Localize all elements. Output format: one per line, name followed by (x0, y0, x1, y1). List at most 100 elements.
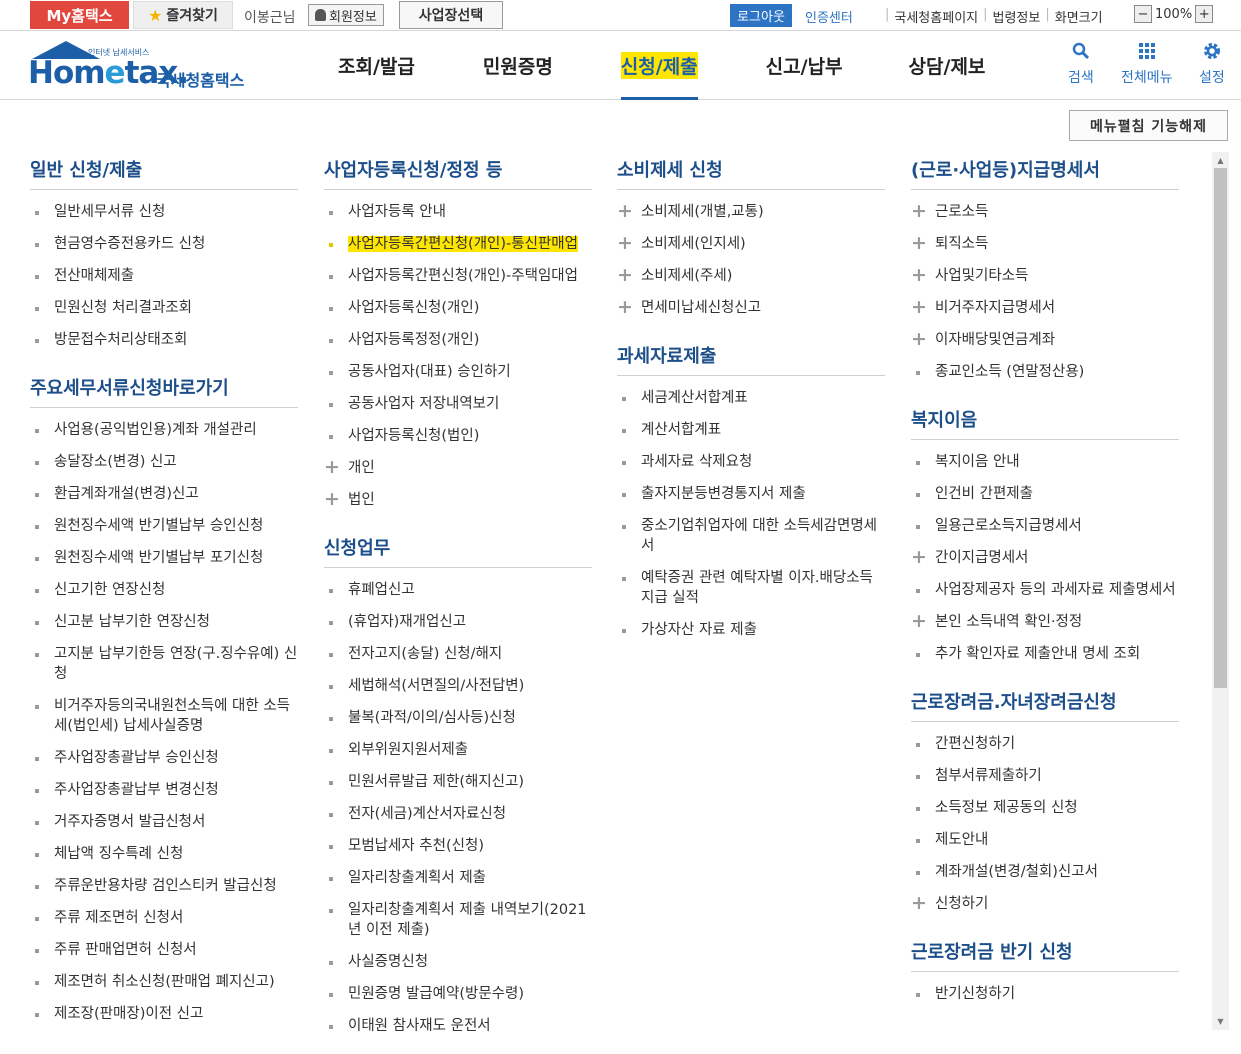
menu-item[interactable]: 사실증명신청 (324, 952, 592, 972)
menu-item-expandable[interactable]: 퇴직소득 (911, 233, 1179, 254)
menu-item[interactable]: 현금영수증전용카드 신청 (30, 234, 298, 254)
menu-item[interactable]: 민원증명 발급예약(방문수령) (324, 984, 592, 1004)
menu-item[interactable]: 사업용(공익법인용)계좌 개설관리 (30, 420, 298, 440)
menu-item-expandable[interactable]: 개인 (324, 457, 592, 478)
menu-item-expandable[interactable]: 소비제세(주세) (617, 265, 885, 286)
menu-item[interactable]: 이태원 참사재도 운전서 (324, 1016, 592, 1036)
scroll-down-arrow-icon[interactable]: ▼ (1212, 1013, 1229, 1029)
menu-item-expandable[interactable]: 본인 소득내역 확인·정정 (911, 611, 1179, 632)
menu-item[interactable]: 모범납세자 추천(신청) (324, 836, 592, 856)
nts-homepage-link[interactable]: 국세청홈페이지 (894, 7, 978, 26)
nav-apply-submit[interactable]: 신청/제출 (620, 31, 698, 100)
menu-item[interactable]: 방문접수처리상태조회 (30, 330, 298, 350)
menu-item[interactable]: 비거주자등의국내원천소득에 대한 소득세(법인세) 납세사실증명 (30, 696, 298, 736)
menu-item[interactable]: 신고분 납부기한 연장신청 (30, 612, 298, 632)
menu-item[interactable]: 외부위원지원서제출 (324, 740, 592, 760)
all-menu-button[interactable]: 전체메뉴 (1121, 41, 1173, 87)
menu-item[interactable]: 일자리창출계획서 제출 (324, 868, 592, 888)
menu-item[interactable]: 가상자산 자료 제출 (617, 620, 885, 640)
menu-item[interactable]: 사업자등록정정(개인) (324, 330, 592, 350)
law-info-link[interactable]: 법령정보 (993, 7, 1041, 26)
menu-item-expandable[interactable]: 면세미납세신청신고 (617, 297, 885, 318)
menu-item-expandable[interactable]: 소비제세(인지세) (617, 233, 885, 254)
menu-item[interactable]: 전자(세금)계산서자료신청 (324, 804, 592, 824)
menu-item[interactable]: 첨부서류제출하기 (911, 766, 1179, 786)
menu-expand-toggle-button[interactable]: 메뉴펼침 기능해제 (1069, 110, 1228, 141)
hometax-logo[interactable]: 인터넷 납세서비스 Hometax. 국세청홈택스 (28, 41, 258, 91)
menu-item[interactable]: 일용근로소득지급명세서 (911, 516, 1179, 536)
menu-item[interactable]: 체납액 징수특례 신청 (30, 844, 298, 864)
business-select-button[interactable]: 사업장선택 (399, 1, 503, 29)
menu-item[interactable]: 주사업장총괄납부 승인신청 (30, 748, 298, 768)
menu-item[interactable]: 일자리창출계획서 제출 내역보기(2021년 이전 제출) (324, 900, 592, 940)
menu-item[interactable]: 세법해석(서면질의/사전답변) (324, 676, 592, 696)
menu-item-expandable[interactable]: 간이지급명세서 (911, 547, 1179, 568)
menu-item[interactable]: 인건비 간편제출 (911, 484, 1179, 504)
menu-item[interactable]: 제도안내 (911, 830, 1179, 850)
menu-item[interactable]: 공동사업자 저장내역보기 (324, 394, 592, 414)
menu-item[interactable]: 제조면허 취소신청(판매업 폐지신고) (30, 972, 298, 992)
menu-item-expandable[interactable]: 이자배당및연금계좌 (911, 329, 1179, 350)
menu-item[interactable]: 전산매체제출 (30, 266, 298, 286)
menu-item[interactable]: 계산서합계표 (617, 420, 885, 440)
menu-item[interactable]: 주류 제조면허 신청서 (30, 908, 298, 928)
menu-item-expandable[interactable]: 신청하기 (911, 893, 1179, 914)
member-info-button[interactable]: 회원정보 (308, 4, 384, 26)
cert-center-link[interactable]: 인증센터 (805, 7, 853, 26)
menu-item-expandable[interactable]: 비거주자지급명세서 (911, 297, 1179, 318)
my-hometax-button[interactable]: My홈택스 (30, 1, 129, 29)
menu-item[interactable]: 원천징수세액 반기별납부 포기신청 (30, 548, 298, 568)
menu-item[interactable]: 공동사업자(대표) 승인하기 (324, 362, 592, 382)
scroll-up-arrow-icon[interactable]: ▲ (1212, 152, 1229, 168)
menu-item[interactable]: 출자지분등변경통지서 제출 (617, 484, 885, 504)
menu-item[interactable]: 신고기한 연장신청 (30, 580, 298, 600)
zoom-out-button[interactable]: − (1134, 5, 1152, 23)
menu-item[interactable]: 반기신청하기 (911, 984, 1179, 1004)
menu-item[interactable]: 거주자증명서 발급신청서 (30, 812, 298, 832)
menu-item-expandable[interactable]: 법인 (324, 489, 592, 510)
menu-item[interactable]: 송달장소(변경) 신고 (30, 452, 298, 472)
zoom-in-button[interactable]: + (1195, 5, 1214, 23)
menu-item-expandable[interactable]: 사업및기타소득 (911, 265, 1179, 286)
nav-report-pay[interactable]: 신고/납부 (766, 31, 843, 100)
menu-item[interactable]: (휴업자)재개업신고 (324, 612, 592, 632)
menu-item-expandable[interactable]: 소비제세(개별,교통) (617, 201, 885, 222)
nav-inquiry-issue[interactable]: 조회/발급 (338, 31, 415, 100)
menu-item[interactable]: 일반세무서류 신청 (30, 202, 298, 222)
menu-item[interactable]: 사업자등록간편신청(개인)-주택임대업 (324, 266, 592, 286)
nav-civil-certificate[interactable]: 민원증명 (483, 31, 553, 100)
search-button[interactable]: 검색 (1068, 41, 1094, 87)
menu-item[interactable]: 민원서류발급 제한(해지신고) (324, 772, 592, 792)
menu-item[interactable]: 원천징수세액 반기별납부 승인신청 (30, 516, 298, 536)
menu-item[interactable]: 소득정보 제공동의 신청 (911, 798, 1179, 818)
menu-item-expandable[interactable]: 근로소득 (911, 201, 1179, 222)
menu-item[interactable]: 사업자등록신청(개인) (324, 298, 592, 318)
settings-button[interactable]: 설정 (1199, 41, 1225, 87)
nav-consult-report[interactable]: 상담/제보 (909, 31, 986, 100)
menu-item[interactable]: 중소기업취업자에 대한 소득세감면명세서 (617, 516, 885, 556)
menu-item[interactable]: 예탁증권 관련 예탁자별 이자.배당소득 지급 실적 (617, 568, 885, 608)
menu-item[interactable]: 사업자등록신청(법인) (324, 426, 592, 446)
menu-item[interactable]: 추가 확인자료 제출안내 명세 조회 (911, 644, 1179, 664)
menu-item[interactable]: 휴폐업신고 (324, 580, 592, 600)
menu-item[interactable]: 과세자료 삭제요청 (617, 452, 885, 472)
menu-item[interactable]: 전자고지(송달) 신청/해지 (324, 644, 592, 664)
menu-item[interactable]: 계좌개설(변경/철회)신고서 (911, 862, 1179, 882)
menu-item[interactable]: 세금계산서합계표 (617, 388, 885, 408)
favorites-button[interactable]: ★ 즐겨찾기 (133, 1, 233, 29)
menu-item[interactable]: 주류운반용차량 검인스티커 발급신청 (30, 876, 298, 896)
menu-item[interactable]: 간편신청하기 (911, 734, 1179, 754)
menu-item[interactable]: 사업장제공자 등의 과세자료 제출명세서 (911, 580, 1179, 600)
menu-item[interactable]: 주류 판매업면허 신청서 (30, 940, 298, 960)
menu-item[interactable]: 민원신청 처리결과조회 (30, 298, 298, 318)
menu-item-highlighted[interactable]: 사업자등록간편신청(개인)-통신판매업 (324, 234, 592, 254)
menu-item[interactable]: 환급계좌개설(변경)신고 (30, 484, 298, 504)
menu-item[interactable]: 주사업장총괄납부 변경신청 (30, 780, 298, 800)
menu-item[interactable]: 불복(과적/이의/심사등)신청 (324, 708, 592, 728)
logout-button[interactable]: 로그아웃 (730, 4, 792, 27)
menu-item[interactable]: 사업자등록 안내 (324, 202, 592, 222)
menu-item[interactable]: 고지분 납부기한등 연장(구.징수유예) 신청 (30, 644, 298, 684)
menu-item[interactable]: 제조장(판매장)이전 신고 (30, 1004, 298, 1024)
menu-item[interactable]: 종교인소득 (연말정산용) (911, 362, 1179, 382)
scrollbar-thumb[interactable] (1214, 168, 1227, 688)
